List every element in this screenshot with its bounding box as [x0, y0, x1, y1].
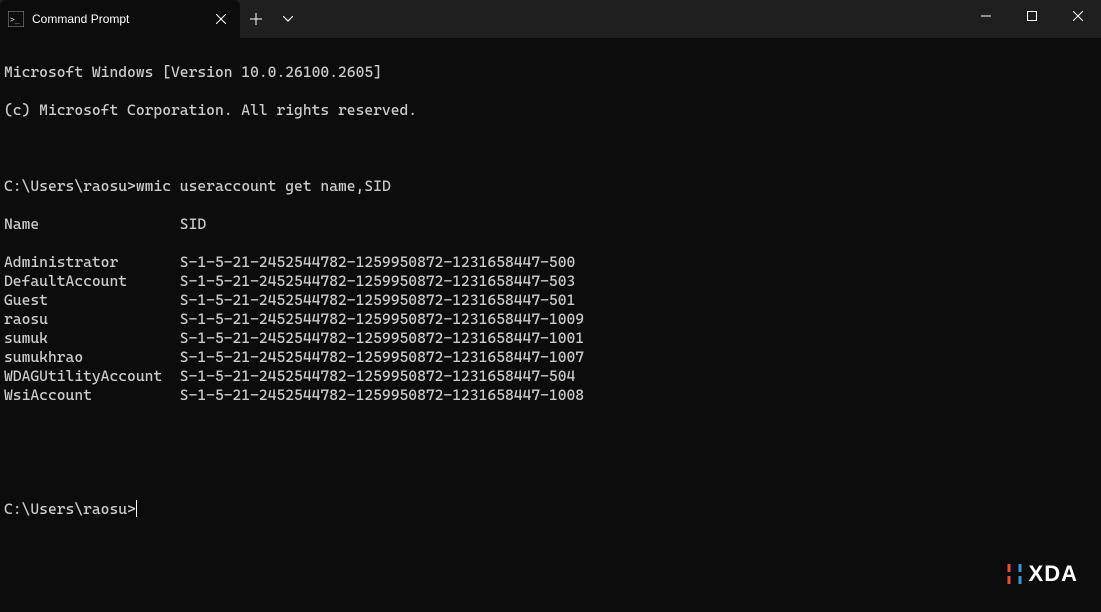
- account-sid: S-1-5-21-2452544782-1259950872-123165844…: [180, 291, 576, 309]
- account-sid: S-1-5-21-2452544782-1259950872-123165844…: [180, 386, 584, 404]
- xda-logo-icon: [1006, 562, 1024, 586]
- maximize-button[interactable]: [1009, 0, 1055, 31]
- account-name: sumuk: [4, 329, 180, 348]
- table-row: raosuS-1-5-21-2452544782-1259950872-1231…: [4, 310, 1097, 329]
- tab-dropdown-button[interactable]: [272, 0, 304, 38]
- table-row: GuestS-1-5-21-2452544782-1259950872-1231…: [4, 291, 1097, 310]
- header-name: Name: [4, 215, 180, 234]
- account-sid: S-1-5-21-2452544782-1259950872-123165844…: [180, 367, 576, 385]
- banner-line-2: (c) Microsoft Corporation. All rights re…: [4, 101, 417, 119]
- title-bar: >_ Command Prompt: [0, 0, 1101, 38]
- account-sid: S-1-5-21-2452544782-1259950872-123165844…: [180, 348, 584, 366]
- table-row: sumukS-1-5-21-2452544782-1259950872-1231…: [4, 329, 1097, 348]
- watermark-text: XDA: [1029, 561, 1078, 587]
- tab-title: Command Prompt: [32, 12, 204, 26]
- table-row: AdministratorS-1-5-21-2452544782-1259950…: [4, 253, 1097, 272]
- cmd-icon: >_: [8, 11, 24, 27]
- account-name: WsiAccount: [4, 386, 180, 405]
- account-name: Administrator: [4, 253, 180, 272]
- table-row: DefaultAccountS-1-5-21-2452544782-125995…: [4, 272, 1097, 291]
- account-sid: S-1-5-21-2452544782-1259950872-123165844…: [180, 253, 576, 271]
- account-name: sumukhrao: [4, 348, 180, 367]
- title-bar-drag-region[interactable]: [304, 0, 963, 38]
- new-tab-button[interactable]: [240, 0, 272, 38]
- table-row: sumukhraoS-1-5-21-2452544782-1259950872-…: [4, 348, 1097, 367]
- banner-line-1: Microsoft Windows [Version 10.0.26100.26…: [4, 63, 382, 81]
- account-name: Guest: [4, 291, 180, 310]
- tab-command-prompt[interactable]: >_ Command Prompt: [0, 0, 240, 38]
- account-sid: S-1-5-21-2452544782-1259950872-123165844…: [180, 310, 584, 328]
- svg-text:>_: >_: [10, 15, 20, 24]
- table-row: WDAGUtilityAccountS-1-5-21-2452544782-12…: [4, 367, 1097, 386]
- command-1: wmic useraccount get name,SID: [136, 177, 391, 195]
- tab-close-button[interactable]: [212, 10, 230, 28]
- prompt-2: C:\Users\raosu>: [4, 500, 136, 518]
- minimize-button[interactable]: [963, 0, 1009, 31]
- accounts-list: AdministratorS-1-5-21-2452544782-1259950…: [4, 253, 1097, 405]
- account-name: WDAGUtilityAccount: [4, 367, 180, 386]
- watermark: XDA: [1006, 561, 1078, 587]
- prompt-1: C:\Users\raosu>: [4, 177, 136, 195]
- close-window-button[interactable]: [1055, 0, 1101, 31]
- table-row: WsiAccountS-1-5-21-2452544782-1259950872…: [4, 386, 1097, 405]
- account-name: DefaultAccount: [4, 272, 180, 291]
- terminal-output[interactable]: Microsoft Windows [Version 10.0.26100.26…: [0, 38, 1101, 544]
- header-sid: SID: [180, 215, 206, 233]
- account-name: raosu: [4, 310, 180, 329]
- account-sid: S-1-5-21-2452544782-1259950872-123165844…: [180, 329, 584, 347]
- window-controls: [963, 0, 1101, 31]
- cursor: [136, 500, 137, 517]
- account-sid: S-1-5-21-2452544782-1259950872-123165844…: [180, 272, 576, 290]
